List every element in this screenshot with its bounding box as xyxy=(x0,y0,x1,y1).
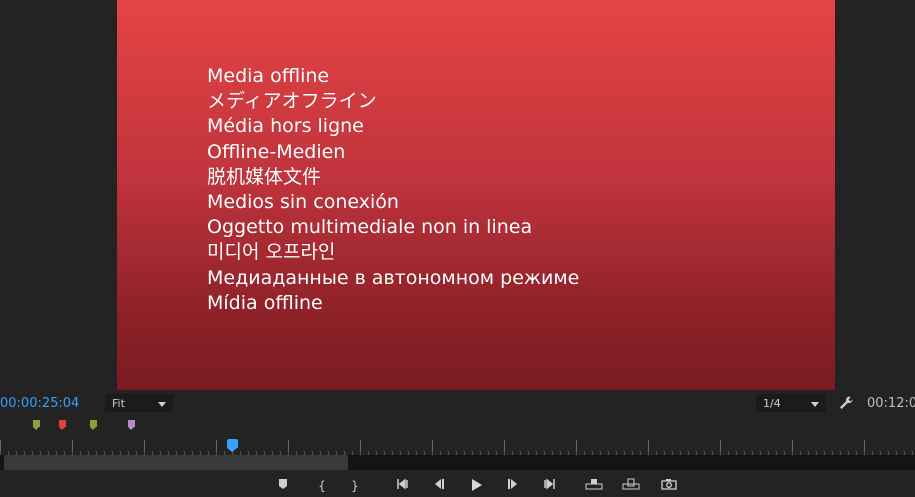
offline-line-zh: 脱机媒体文件 xyxy=(207,165,322,188)
play-button[interactable] xyxy=(467,478,485,494)
timeline-marker[interactable] xyxy=(128,420,135,430)
zoom-scrollbar-thumb[interactable] xyxy=(4,455,348,470)
duration-timecode: 00:12:0 xyxy=(867,396,915,411)
mark-out-button[interactable]: } xyxy=(346,478,364,494)
offline-line-es: Medios sin conexión xyxy=(207,191,399,214)
chevron-down-icon xyxy=(811,402,819,407)
step-forward-icon xyxy=(508,479,517,489)
add-marker-button[interactable] xyxy=(274,478,292,494)
offline-line-it: Oggetto multimediale non in linea xyxy=(207,216,533,239)
transport-controls: { } xyxy=(0,478,915,497)
go-to-out-button[interactable] xyxy=(540,478,558,494)
offline-line-ru: Медиаданные в автономном режиме xyxy=(207,266,580,289)
program-monitor-viewer: Media offline メディアオフライン Média hors ligne… xyxy=(117,0,835,390)
overwrite-button[interactable] xyxy=(622,478,640,494)
timeline-marker[interactable] xyxy=(59,420,66,430)
offline-line-de: Offline-Medien xyxy=(207,140,346,163)
step-back-button[interactable] xyxy=(430,478,448,494)
time-ruler[interactable] xyxy=(0,444,915,455)
step-forward-button[interactable] xyxy=(504,478,522,494)
offline-line-ko: 미디어 오프라인 xyxy=(207,241,336,264)
play-icon xyxy=(472,479,482,491)
export-frame-button[interactable] xyxy=(660,478,678,494)
go-to-in-button[interactable] xyxy=(394,478,412,494)
timeline-marker[interactable] xyxy=(33,420,40,430)
marker-tip xyxy=(33,427,39,430)
resolution-value: 1/4 xyxy=(763,397,781,410)
settings-wrench-icon[interactable] xyxy=(838,395,854,411)
insert-icon xyxy=(585,479,603,490)
offline-line-pt: Mídia offline xyxy=(207,291,323,314)
chevron-down-icon xyxy=(158,402,166,407)
step-back-icon xyxy=(435,479,444,489)
mark-in-button[interactable]: { xyxy=(313,478,331,494)
go-to-in-icon xyxy=(397,478,408,490)
marker-tip xyxy=(128,427,134,430)
overwrite-icon xyxy=(622,478,640,490)
timeline-marker[interactable] xyxy=(90,420,97,430)
zoom-level-value: Fit xyxy=(112,397,125,410)
camera-icon xyxy=(661,479,677,490)
current-timecode[interactable]: 00:00:25:04 xyxy=(0,396,79,411)
offline-line-ja: メディアオフライン xyxy=(207,90,377,113)
zoom-level-select[interactable]: Fit xyxy=(105,394,173,412)
media-offline-message: Media offline メディアオフライン Média hors ligne… xyxy=(207,64,579,316)
playhead[interactable] xyxy=(226,439,238,452)
playback-resolution-select[interactable]: 1/4 xyxy=(756,394,826,412)
offline-line-en: Media offline xyxy=(207,65,330,87)
marker-tip xyxy=(59,427,65,430)
offline-line-fr: Média hors ligne xyxy=(207,115,364,138)
marker-icon xyxy=(279,479,287,489)
go-to-out-icon xyxy=(544,478,555,490)
marker-tip xyxy=(90,427,96,430)
insert-button[interactable] xyxy=(585,478,603,494)
